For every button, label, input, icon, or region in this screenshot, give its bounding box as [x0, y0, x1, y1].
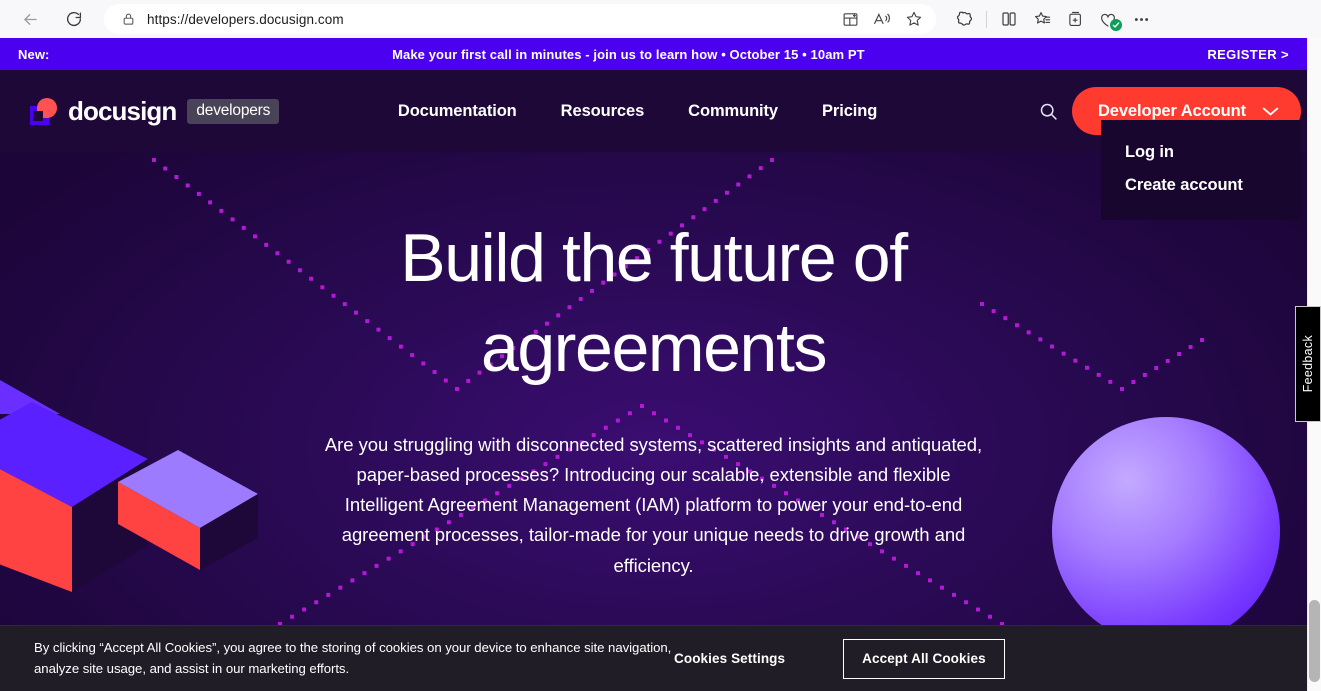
cookie-consent-text: By clicking “Accept All Cookies”, you ag… [34, 640, 672, 676]
split-screen-icon[interactable] [835, 5, 865, 33]
hero-paragraph: Are you struggling with disconnected sys… [324, 433, 983, 576]
hero-heading: Build the future of agreements [400, 220, 908, 386]
nav-item-community[interactable]: Community [688, 102, 778, 121]
screenshot-root: https://developers.docusign.com New: Mak… [0, 0, 1321, 691]
developer-account-dropdown: Log in Create account [1101, 120, 1301, 220]
chevron-down-icon [1262, 106, 1279, 117]
nav-item-resources[interactable]: Resources [561, 102, 645, 121]
main-navigation: Documentation Resources Community Pricin… [249, 102, 1026, 121]
more-options-icon[interactable] [1125, 4, 1157, 34]
search-icon[interactable] [1026, 88, 1072, 134]
toolbar-divider [986, 10, 987, 28]
docusign-logo[interactable]: docusign developers [30, 95, 280, 127]
hero-section: Build the future of agreements Are you s… [0, 152, 1307, 691]
browser-essentials-icon[interactable] [993, 4, 1025, 34]
announcement-register-link[interactable]: REGISTER > [1207, 47, 1289, 62]
read-aloud-icon[interactable] [867, 5, 897, 33]
dropdown-item-create-account[interactable]: Create account [1125, 169, 1301, 202]
collections-icon[interactable] [1059, 4, 1091, 34]
feedback-tab-label: Feedback [1301, 335, 1315, 393]
url-text: https://developers.docusign.com [147, 11, 344, 27]
copilot-icon[interactable] [948, 4, 980, 34]
announcement-banner[interactable]: New: Make your first call in minutes - j… [0, 38, 1307, 70]
back-arrow-icon[interactable] [8, 3, 52, 35]
address-bar[interactable]: https://developers.docusign.com [104, 4, 936, 34]
star-favorite-icon[interactable] [899, 5, 929, 33]
dropdown-item-login[interactable]: Log in [1125, 136, 1301, 169]
nav-item-documentation[interactable]: Documentation [398, 102, 517, 121]
web-page: New: Make your first call in minutes - j… [0, 38, 1307, 691]
cookie-consent-banner: By clicking “Accept All Cookies”, you ag… [0, 625, 1307, 691]
nav-item-pricing[interactable]: Pricing [822, 102, 877, 121]
shopping-badge [1110, 19, 1122, 31]
logo-wordmark: docusign [68, 95, 177, 126]
feedback-tab[interactable]: Feedback [1295, 306, 1321, 422]
shopping-icon[interactable] [1092, 4, 1124, 34]
developer-account-label: Developer Account [1097, 101, 1246, 120]
cookies-settings-link[interactable]: Cookies Settings [674, 651, 785, 666]
docusign-logo-icon [30, 97, 57, 125]
page-scrollbar-thumb[interactable] [1309, 600, 1320, 682]
lock-icon [118, 9, 138, 29]
accept-all-cookies-button[interactable]: Accept All Cookies [843, 638, 1005, 679]
browser-toolbar: https://developers.docusign.com [0, 0, 1321, 38]
announcement-message: Make your first call in minutes - join u… [392, 46, 865, 62]
announcement-prefix: New: [18, 46, 50, 62]
favorites-list-icon[interactable] [1026, 4, 1058, 34]
reload-icon[interactable] [52, 3, 96, 35]
